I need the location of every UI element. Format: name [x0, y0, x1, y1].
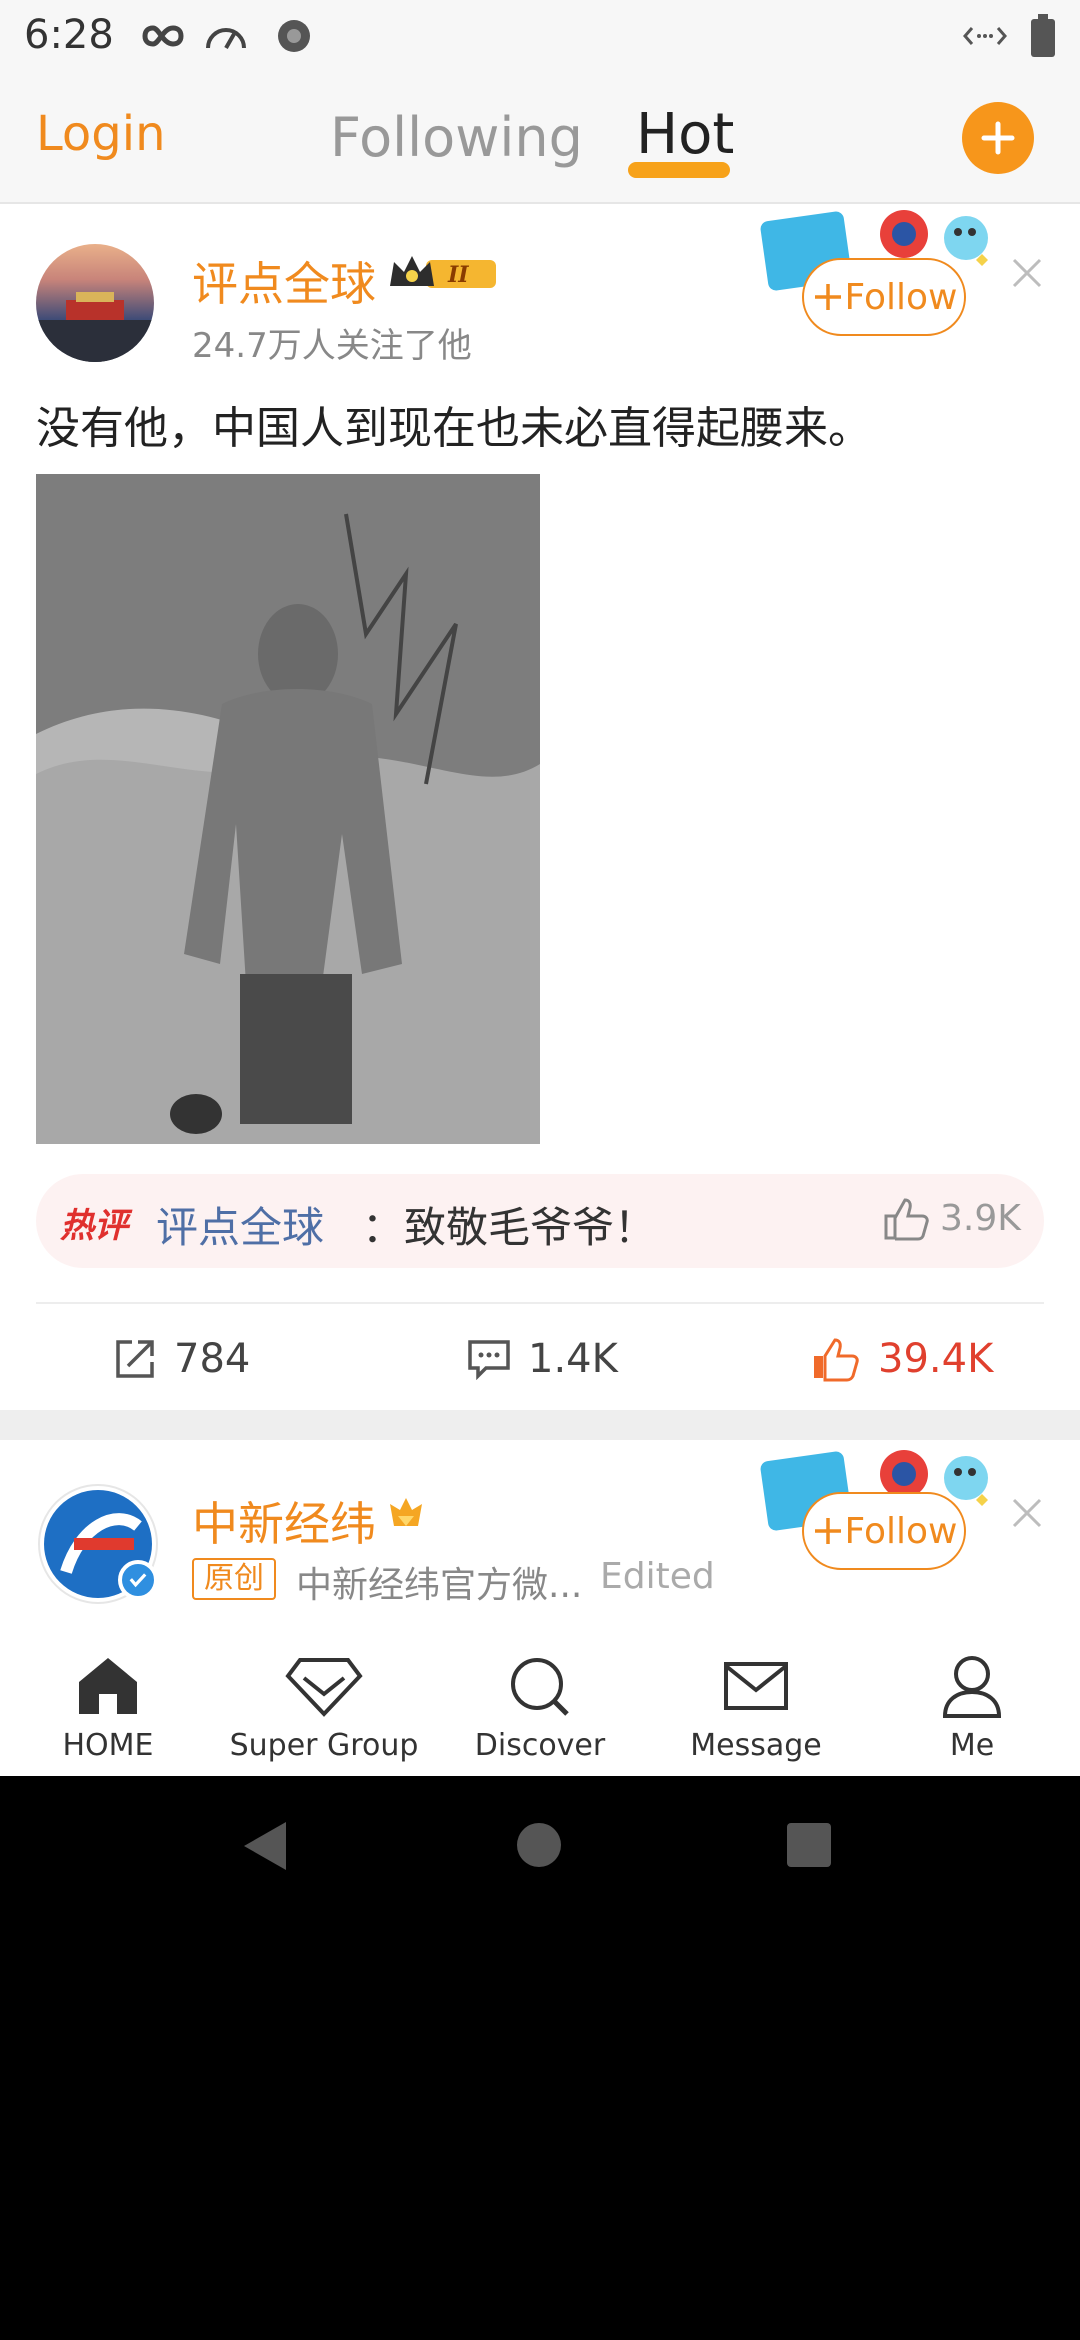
data-transfer-icon — [963, 27, 1007, 45]
speedometer-icon — [206, 28, 246, 49]
hot-comment-tag: 热评 — [60, 1206, 128, 1246]
diamond-icon — [285, 1658, 363, 1717]
notification-count-icon — [278, 20, 310, 52]
search-icon — [511, 1658, 569, 1716]
top-navigation: Login Following Hot — [0, 72, 1080, 204]
post-photo[interactable] — [36, 474, 540, 1144]
app-screen: 6:28 Login Following Hot 评点全球 II 24.7万人关… — [0, 0, 1080, 1776]
user-avatar[interactable] — [36, 244, 154, 362]
recents-icon[interactable] — [786, 1822, 832, 1868]
follow-button[interactable]: Follow — [802, 1492, 966, 1570]
feed-separator — [0, 1410, 1080, 1440]
original-tag: 原创 — [192, 1558, 276, 1600]
home-icon — [79, 1658, 137, 1714]
nav-message[interactable]: Message — [648, 1654, 864, 1763]
post-action-bar: 784 1.4K 39.4K — [0, 1306, 1080, 1406]
post-source: 中新经纬官方微... — [296, 1565, 583, 1606]
active-tab-indicator — [628, 162, 730, 178]
nav-me[interactable]: Me — [864, 1654, 1080, 1763]
person-icon — [942, 1656, 1002, 1718]
nav-discover[interactable]: Discover — [432, 1654, 648, 1763]
system-navigation-bar — [0, 1776, 1080, 1926]
tab-hot[interactable]: Hot — [636, 102, 734, 167]
follow-label: Follow — [844, 1510, 958, 1552]
portrait-photo-image — [36, 474, 540, 1144]
compose-button[interactable] — [962, 102, 1034, 174]
follow-label: Follow — [844, 276, 958, 318]
mail-icon — [724, 1662, 788, 1710]
back-icon[interactable] — [242, 1820, 288, 1872]
plus-icon — [814, 1518, 841, 1544]
like-count: 39.4K — [878, 1336, 994, 1382]
gate-tower-image — [36, 292, 154, 362]
hot-comment-like-count: 3.9K — [940, 1198, 1021, 1239]
comment-icon — [468, 1340, 510, 1380]
plus-icon — [981, 121, 1015, 155]
thumbs-up-filled-icon — [814, 1338, 859, 1382]
repost-button[interactable]: 784 — [112, 1336, 250, 1382]
nav-home[interactable]: HOME — [0, 1654, 216, 1763]
share-icon — [116, 1340, 154, 1378]
status-time: 6:28 — [24, 12, 114, 58]
home-button-icon[interactable] — [516, 1822, 562, 1868]
close-icon[interactable] — [1010, 1496, 1044, 1530]
nav-discover-label: Discover — [474, 1728, 606, 1763]
hot-comment-text: ：致敬毛爷爷！ — [362, 1203, 657, 1252]
nav-message-label: Message — [690, 1728, 822, 1763]
member-crown-badge-icon: II — [390, 256, 496, 288]
nav-super-group[interactable]: Super Group — [216, 1654, 432, 1763]
comment-button[interactable]: 1.4K — [466, 1336, 618, 1382]
hot-comment-author[interactable]: 评点全球 — [156, 1194, 324, 1255]
post-text: 没有他，中国人到现在也未必直得起腰来。 — [36, 403, 872, 454]
repost-count: 784 — [174, 1336, 251, 1382]
gold-vip-badge-icon — [390, 1498, 422, 1526]
tab-following[interactable]: Following — [330, 106, 583, 169]
plus-icon — [814, 284, 841, 310]
login-link[interactable]: Login — [36, 106, 166, 162]
verified-badge-icon — [118, 1560, 158, 1600]
like-button[interactable]: 39.4K — [810, 1336, 993, 1382]
bottom-navigation: HOME Super Group Discover Message Me — [0, 1630, 1080, 1776]
edited-label: Edited — [600, 1556, 715, 1597]
follow-button[interactable]: Follow — [802, 258, 966, 336]
post-author-name[interactable]: 评点全球 — [192, 248, 376, 314]
follower-count: 24.7万人关注了他 — [192, 326, 472, 366]
infinity-icon — [142, 25, 184, 47]
nav-home-label: HOME — [62, 1728, 154, 1763]
comment-count: 1.4K — [528, 1336, 618, 1382]
post-author-name[interactable]: 中新经纬 — [192, 1488, 376, 1554]
nav-me-label: Me — [949, 1728, 995, 1763]
hot-comment-bar[interactable]: 热评 评点全球 ：致敬毛爷爷！ 3.9K — [36, 1174, 1044, 1268]
battery-icon — [1031, 14, 1055, 57]
status-bar: 6:28 — [0, 0, 1080, 72]
close-icon[interactable] — [1010, 256, 1044, 290]
thumbs-up-icon[interactable] — [882, 1196, 932, 1242]
svg-text:II: II — [447, 262, 469, 288]
nav-super-group-label: Super Group — [229, 1728, 419, 1763]
divider — [36, 1302, 1044, 1304]
